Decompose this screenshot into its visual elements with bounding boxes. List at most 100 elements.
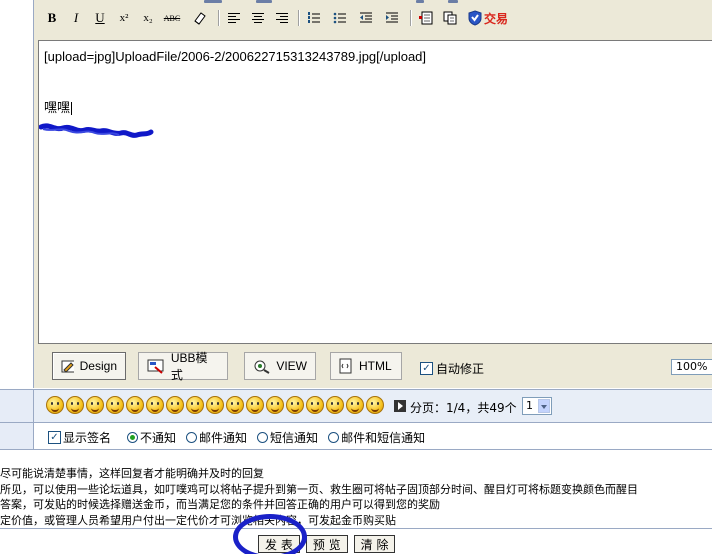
- smiley-icon[interactable]: [306, 396, 324, 414]
- scribble-mark: [39, 123, 154, 138]
- autofix-label: 自动修正: [436, 362, 485, 376]
- subscript-button[interactable]: x₂: [138, 8, 158, 28]
- design-icon: [61, 360, 74, 373]
- smiley-icon[interactable]: [166, 396, 184, 414]
- radio-icon: [328, 432, 340, 443]
- preview-button[interactable]: 预 览: [305, 535, 348, 553]
- eraser-icon[interactable]: [190, 8, 210, 28]
- align-right-icon[interactable]: [272, 8, 292, 28]
- rich-text-editor: B I U x² x₂ ABC 交易 [upload=jpg]UploadFil…: [34, 0, 712, 388]
- ubb-mode-label: UBB模式: [170, 351, 208, 382]
- tip-line: 尽可能说清楚事情，这样回复者才能明确并及时的回复: [0, 467, 264, 480]
- posting-tips: 尽可能说清楚事情，这样回复者才能明确并及时的回复 所见，可以使用一些论坛道具，如…: [0, 466, 638, 528]
- smiley-icon[interactable]: [266, 396, 284, 414]
- show-signature-label: 显示签名: [63, 431, 112, 445]
- trade-button[interactable]: 交易: [468, 8, 508, 28]
- zoom-field[interactable]: 100%: [671, 359, 712, 375]
- align-center-icon[interactable]: [248, 8, 268, 28]
- clear-button[interactable]: 清 除: [353, 535, 396, 553]
- page-select[interactable]: 1: [522, 397, 552, 415]
- format-toolbar: B I U x² x₂ ABC 交易: [40, 6, 708, 34]
- align-left-icon[interactable]: [224, 8, 244, 28]
- copy-document-icon[interactable]: [440, 8, 460, 28]
- smiley-icon[interactable]: [86, 396, 104, 414]
- smiley-icon[interactable]: [326, 396, 344, 414]
- mode-switch-bar: Design UBB模式 VIEW HTML ✓ 自动修正 100%: [34, 346, 712, 388]
- shield-icon: [468, 10, 482, 26]
- ubb-icon: [147, 359, 164, 374]
- italic-button[interactable]: I: [66, 8, 86, 28]
- radio-selected-icon: [127, 432, 139, 443]
- body-text-span: 嘿嘿: [44, 101, 71, 116]
- row-left-cell: [0, 423, 34, 449]
- view-icon: [254, 360, 270, 374]
- mail-notify-radio[interactable]: 邮件通知: [186, 429, 247, 446]
- divider: [0, 528, 712, 529]
- insert-page-icon[interactable]: [416, 8, 436, 28]
- sms-notify-label: 短信通知: [270, 431, 319, 445]
- upload-tag-text: [upload=jpg]UploadFile/2006-2/2006227153…: [44, 49, 427, 64]
- toolbar-separator: [410, 10, 412, 26]
- emoticon-paging-text: 分页：1/4，共49个: [410, 401, 517, 415]
- html-mode-label: HTML: [359, 359, 392, 373]
- tip-line: 所见，可以使用一些论坛道具，如叮噗鸡可以将帖子提升到第一页、救生圈可将帖子固顶部…: [0, 482, 638, 496]
- post-reply-page: B I U x² x₂ ABC 交易 [upload=jpg]UploadFil…: [0, 0, 712, 554]
- superscript-button[interactable]: x²: [114, 8, 134, 28]
- no-notify-label: 不通知: [140, 431, 177, 445]
- indent-icon[interactable]: [382, 8, 402, 28]
- smiley-icon[interactable]: [106, 396, 124, 414]
- unordered-list-icon[interactable]: [330, 8, 350, 28]
- page-select-value: 1: [526, 399, 533, 412]
- editor-body-text: 嘿嘿: [44, 97, 73, 116]
- smiley-icon[interactable]: [366, 396, 384, 414]
- outdent-icon[interactable]: [356, 8, 376, 28]
- sms-notify-radio[interactable]: 短信通知: [257, 429, 318, 446]
- show-signature-checkbox[interactable]: ✓ 显示签名: [48, 429, 111, 446]
- trade-label: 交易: [484, 11, 509, 26]
- smiley-icon[interactable]: [246, 396, 264, 414]
- radio-icon: [257, 432, 269, 443]
- no-notify-radio[interactable]: 不通知: [127, 429, 176, 446]
- smiley-icon[interactable]: [66, 396, 84, 414]
- editor-content-area[interactable]: [upload=jpg]UploadFile/2006-2/2006227153…: [38, 40, 712, 344]
- ordered-list-icon[interactable]: [304, 8, 324, 28]
- options-row: ✓ 显示签名 不通知 邮件通知 短信通知 邮件和短信通知: [0, 422, 712, 450]
- tip-line: 定价值，或管理人员希望用户付出一定代价才可浏览相关内容，可发起金币购买贴: [0, 513, 396, 527]
- smiley-icon[interactable]: [206, 396, 224, 414]
- smiley-icon[interactable]: [286, 396, 304, 414]
- checkbox-checked-icon: ✓: [420, 362, 433, 375]
- smiley-icon[interactable]: [146, 396, 164, 414]
- mail-notify-label: 邮件通知: [199, 431, 248, 445]
- next-page-icon[interactable]: [394, 400, 406, 412]
- toolbar-separator: [298, 10, 300, 26]
- autofix-checkbox[interactable]: ✓ 自动修正: [420, 360, 484, 377]
- left-frame: [0, 0, 34, 388]
- highlight-circle-annotation: [233, 514, 307, 554]
- toolbar-top-strip: [34, 0, 712, 5]
- radio-icon: [186, 432, 198, 443]
- view-mode-button[interactable]: VIEW: [244, 352, 316, 380]
- underline-button[interactable]: U: [90, 8, 110, 28]
- smiley-icon[interactable]: [186, 396, 204, 414]
- mail-sms-notify-label: 邮件和短信通知: [341, 431, 426, 445]
- toolbar-separator: [218, 10, 220, 26]
- smiley-icon[interactable]: [346, 396, 364, 414]
- html-icon: [339, 358, 352, 374]
- emoticon-list: [46, 396, 384, 414]
- smiley-icon[interactable]: [126, 396, 144, 414]
- tip-line: 答案，可发贴的时候选择赠送金币，而当满足您的条件并回答正确的用户可以得到您的奖励: [0, 498, 440, 511]
- ubb-mode-button[interactable]: UBB模式: [138, 351, 228, 382]
- mail-sms-notify-radio[interactable]: 邮件和短信通知: [328, 429, 425, 446]
- smiley-icon[interactable]: [226, 396, 244, 414]
- html-mode-button[interactable]: HTML: [330, 352, 402, 380]
- view-mode-label: VIEW: [276, 359, 307, 373]
- strikethrough-button[interactable]: ABC: [162, 8, 182, 28]
- design-mode-button[interactable]: Design: [52, 352, 126, 380]
- row-left-cell: [0, 390, 34, 422]
- design-mode-label: Design: [79, 359, 117, 373]
- bold-button[interactable]: B: [42, 8, 62, 28]
- emoticon-row: 分页：1/4，共49个 1: [0, 389, 712, 422]
- smiley-icon[interactable]: [46, 396, 64, 414]
- notification-options: ✓ 显示签名 不通知 邮件通知 短信通知 邮件和短信通知: [48, 429, 435, 446]
- chevron-down-icon: [538, 399, 550, 413]
